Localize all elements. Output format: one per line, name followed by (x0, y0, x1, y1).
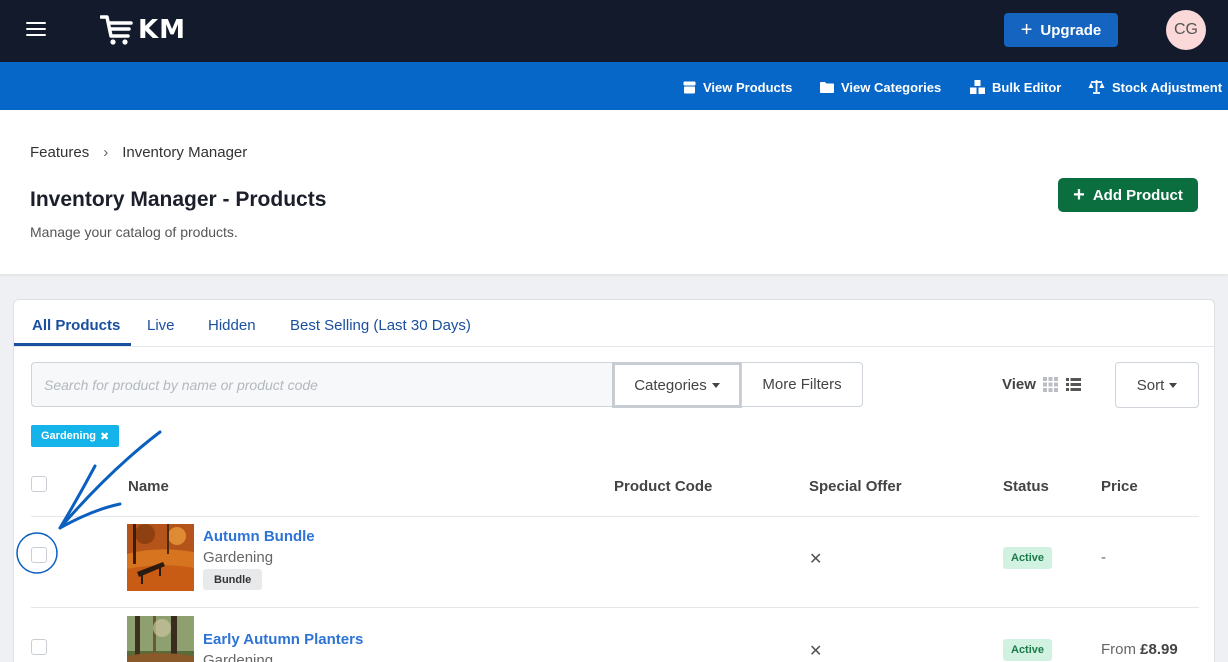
caret-down-icon (711, 383, 720, 388)
categories-dropdown[interactable]: Categories (612, 362, 742, 408)
add-product-label: Add Product (1092, 186, 1183, 204)
price-value: - (1101, 549, 1106, 566)
product-price: - (1101, 549, 1106, 566)
cart-logo-icon (100, 15, 133, 45)
no-offer-icon: ✕ (809, 643, 823, 660)
tab-live[interactable]: Live (147, 317, 175, 334)
row-checkbox[interactable] (31, 547, 47, 563)
status-badge: Active (1003, 639, 1053, 661)
view-label: View (1002, 376, 1036, 393)
top-bar: KM + Upgrade CG (0, 0, 1228, 62)
nav-label: Bulk Editor (992, 79, 1062, 95)
plus-icon: + (1020, 19, 1033, 41)
product-thumbnail[interactable] (127, 616, 194, 662)
nav-label: View Products (703, 79, 793, 95)
product-name-link[interactable]: Early Autumn Planters (203, 631, 363, 648)
nav-stock-adjustment[interactable]: Stock Adjustment (1088, 78, 1222, 96)
tabs-divider (14, 346, 1214, 347)
header-divider (31, 516, 1199, 517)
plus-icon: + (1073, 184, 1085, 206)
close-icon[interactable]: ✖ (100, 430, 109, 443)
list-view-icon[interactable] (1066, 377, 1081, 392)
tab-all-products[interactable]: All Products (32, 317, 120, 334)
select-all-checkbox[interactable] (31, 476, 47, 492)
column-header-status[interactable]: Status (1003, 478, 1049, 495)
folder-icon (820, 82, 834, 93)
upgrade-label: Upgrade (1040, 21, 1102, 39)
nav-view-products[interactable]: View Products (683, 78, 792, 96)
product-thumbnail[interactable] (127, 524, 194, 591)
ekm-logo[interactable]: KM (100, 14, 186, 46)
grid-view-icon[interactable] (1043, 377, 1058, 392)
price-prefix: From (1101, 641, 1136, 658)
page-subtitle: Manage your catalog of products. (30, 224, 238, 240)
chevron-right-icon: › (103, 144, 109, 161)
caret-down-icon (1169, 383, 1178, 388)
status-badge: Active (1003, 547, 1053, 569)
nav-bulk-editor[interactable]: Bulk Editor (970, 78, 1061, 96)
add-product-button[interactable]: + Add Product (1058, 178, 1198, 212)
boxes-icon (970, 80, 985, 94)
active-filter-chip[interactable]: Gardening ✖ (31, 425, 120, 447)
more-filters-button[interactable]: More Filters (741, 362, 863, 407)
logo-text: KM (138, 15, 187, 45)
products-card: All Products Live Hidden Best Selling (L… (13, 299, 1215, 662)
filter-chip-label: Gardening (41, 430, 97, 442)
column-header-name[interactable]: Name (128, 478, 169, 495)
price-value: £8.99 (1140, 641, 1178, 658)
sort-label: Sort (1136, 376, 1165, 394)
bundle-tag: Bundle (203, 569, 263, 590)
scale-icon (1088, 80, 1105, 94)
column-header-price[interactable]: Price (1101, 478, 1138, 495)
nav-label: Stock Adjustment (1112, 79, 1223, 95)
categories-label: Categories (634, 376, 707, 394)
menu-icon[interactable] (26, 22, 46, 38)
page-title: Inventory Manager - Products (30, 188, 327, 211)
upgrade-button[interactable]: + Upgrade (1004, 13, 1118, 47)
tab-best-selling[interactable]: Best Selling (Last 30 Days) (290, 317, 471, 334)
breadcrumb-features[interactable]: Features (30, 144, 89, 161)
sort-dropdown[interactable]: Sort (1115, 362, 1199, 408)
row-checkbox[interactable] (31, 639, 47, 655)
breadcrumb: Features › Inventory Manager (30, 144, 247, 161)
product-name-link[interactable]: Autumn Bundle (203, 528, 315, 545)
row-divider (31, 607, 1199, 608)
product-category: Gardening (203, 652, 274, 662)
search-input[interactable] (31, 362, 614, 407)
nav-label: View Categories (841, 79, 942, 95)
product-category: Gardening (203, 549, 274, 566)
product-price: From £8.99 (1101, 641, 1178, 658)
no-offer-icon: ✕ (809, 551, 823, 568)
avatar[interactable]: CG (1166, 10, 1206, 50)
page-header: Features › Inventory Manager Inventory M… (0, 110, 1228, 274)
secondary-nav: View Products View Categories Bulk Edito… (0, 62, 1228, 110)
box-icon (683, 81, 696, 93)
column-header-product-code[interactable]: Product Code (614, 478, 712, 495)
nav-view-categories[interactable]: View Categories (820, 78, 941, 96)
breadcrumb-current: Inventory Manager (122, 144, 248, 161)
column-header-special-offer[interactable]: Special Offer (809, 478, 902, 495)
tab-hidden[interactable]: Hidden (208, 317, 256, 334)
